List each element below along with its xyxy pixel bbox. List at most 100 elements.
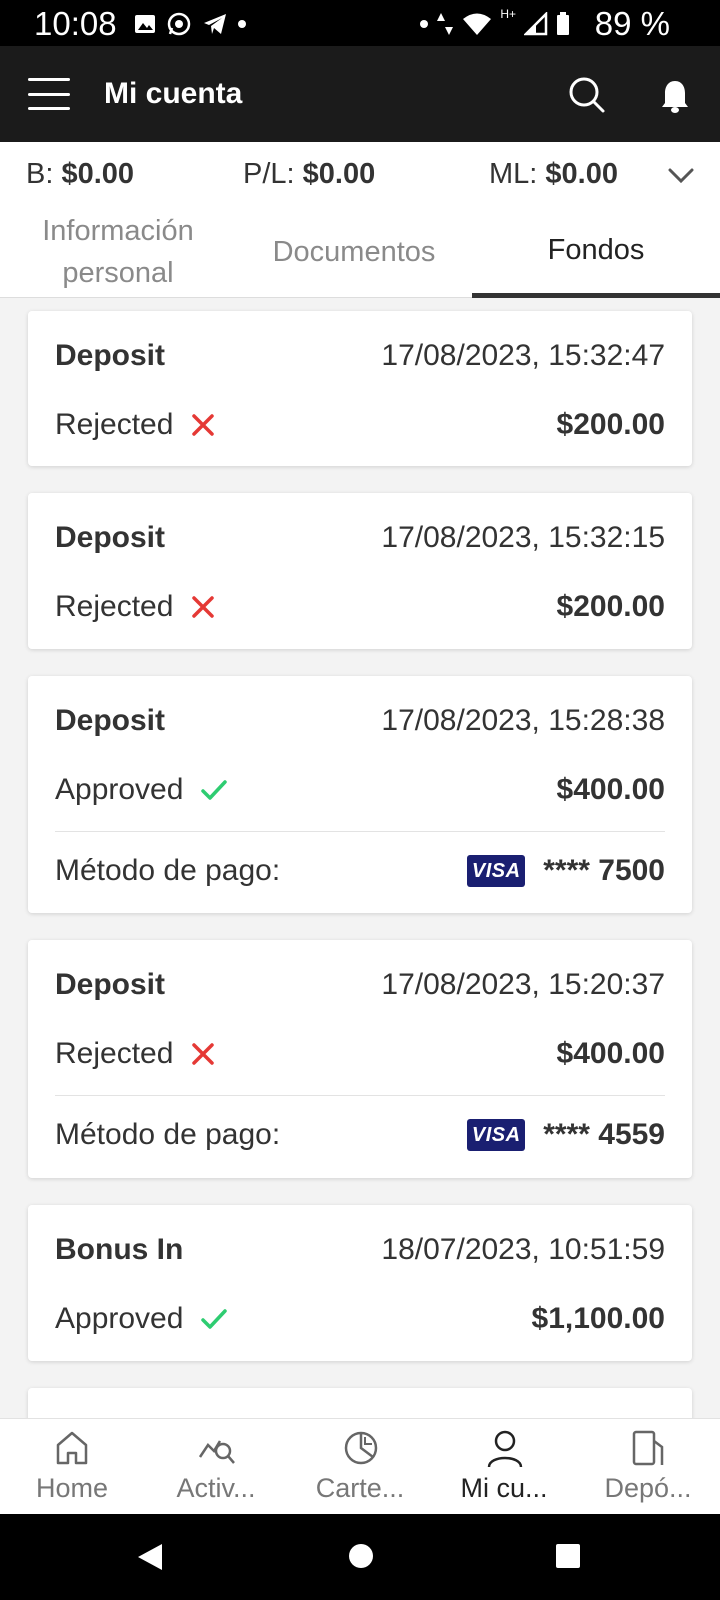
cell-signal-icon bbox=[524, 12, 548, 36]
battery-icon bbox=[557, 12, 569, 35]
transaction-date: 17/08/2023, 15:20:37 bbox=[381, 968, 665, 1001]
card-divider bbox=[55, 831, 665, 832]
transaction-status: Rejected bbox=[55, 408, 215, 442]
page-title: Mi cuenta bbox=[104, 77, 243, 110]
transaction-card[interactable]: Bonus In 18/07/2023, 10:51:59 Approved $… bbox=[28, 1205, 692, 1361]
transaction-status: Rejected bbox=[55, 1037, 215, 1071]
transaction-card[interactable]: Deposit 17/08/2023, 15:28:38 Approved $4… bbox=[28, 676, 692, 913]
status-label: Rejected bbox=[55, 590, 174, 623]
transaction-amount: $1,100.00 bbox=[531, 1302, 665, 1335]
network-type: H+ bbox=[500, 7, 516, 21]
transaction-card[interactable]: Deposit 17/08/2023, 15:20:37 Rejected $4… bbox=[28, 940, 692, 1178]
transaction-type: Deposit bbox=[55, 968, 166, 1001]
transaction-date: 18/07/2023, 10:51:59 bbox=[381, 1233, 665, 1266]
approved-check-icon bbox=[201, 1309, 228, 1329]
status-label: Approved bbox=[55, 1302, 184, 1335]
card-divider bbox=[55, 1095, 665, 1096]
nav-label: Depó... bbox=[604, 1473, 692, 1503]
nav-label: Home bbox=[35, 1473, 109, 1503]
nav-assets[interactable]: Activ... bbox=[144, 1419, 288, 1515]
hamburger-menu-icon[interactable] bbox=[28, 78, 70, 110]
more-notifications-dot bbox=[238, 20, 246, 28]
rejected-x-icon bbox=[192, 414, 215, 436]
battery-percentage: 89 % bbox=[594, 5, 670, 42]
transaction-type: Deposit bbox=[55, 339, 166, 372]
recents-icon[interactable] bbox=[555, 1543, 581, 1569]
home-icon bbox=[56, 1431, 88, 1465]
nav-deposit[interactable]: Depó... bbox=[576, 1419, 720, 1515]
status-label: Approved bbox=[55, 773, 184, 806]
balance-label: B: bbox=[26, 158, 54, 190]
chart-search-icon bbox=[198, 1440, 235, 1464]
card-number: **** 4559 bbox=[543, 1118, 665, 1151]
transaction-type: Deposit bbox=[55, 521, 166, 554]
tab-documents[interactable]: Documentos bbox=[236, 206, 472, 298]
bell-icon[interactable] bbox=[660, 79, 690, 115]
transaction-type: Bonus In bbox=[55, 1233, 184, 1266]
nav-label: Mi cu... bbox=[460, 1473, 548, 1503]
ml-value: $0.00 bbox=[545, 158, 618, 190]
tab-personal-info[interactable]: Información personal bbox=[0, 206, 236, 298]
transaction-status: Approved bbox=[55, 1302, 228, 1336]
transaction-amount: $400.00 bbox=[556, 1037, 665, 1070]
nav-my-account[interactable]: Mi cu... bbox=[432, 1419, 576, 1515]
wifi-icon bbox=[463, 13, 492, 35]
notification-icons bbox=[134, 9, 246, 39]
deposit-icon bbox=[632, 1430, 664, 1466]
status-label: Rejected bbox=[55, 1037, 174, 1070]
payment-method: VISA **** 4559 bbox=[467, 1118, 665, 1152]
whatsapp-icon bbox=[167, 12, 191, 36]
pl-summary: P/L: $0.00 bbox=[243, 156, 375, 192]
nav-label: Carte... bbox=[315, 1473, 405, 1503]
transaction-type: Deposit bbox=[55, 704, 166, 737]
pie-chart-icon bbox=[344, 1431, 378, 1465]
visa-card-icon: VISA bbox=[467, 1119, 526, 1151]
tab-label: Documentos bbox=[272, 236, 436, 268]
pl-label: P/L: bbox=[243, 158, 295, 190]
search-icon[interactable] bbox=[568, 76, 606, 114]
transaction-status: Rejected bbox=[55, 590, 215, 624]
transaction-amount: $200.00 bbox=[556, 590, 665, 623]
transaction-date: 17/08/2023, 15:32:47 bbox=[381, 339, 665, 372]
signal-icons: H+ bbox=[420, 7, 570, 39]
nav-home[interactable]: Home bbox=[0, 1419, 144, 1515]
rejected-x-icon bbox=[192, 1043, 215, 1065]
balance-summary: B: $0.00 bbox=[26, 156, 134, 192]
status-time: 10:08 bbox=[34, 5, 117, 42]
transaction-amount: $400.00 bbox=[556, 773, 665, 806]
dot-icon bbox=[420, 20, 429, 28]
tab-label: Información personal bbox=[42, 215, 194, 289]
transaction-card[interactable] bbox=[28, 1388, 692, 1418]
transaction-status: Approved bbox=[55, 773, 228, 807]
transaction-amount: $200.00 bbox=[556, 408, 665, 441]
approved-check-icon bbox=[201, 780, 228, 800]
account-summary: B: $0.00 P/L: $0.00 ML: $0.00 bbox=[0, 142, 720, 206]
ml-label: ML: bbox=[489, 158, 538, 190]
back-icon[interactable] bbox=[136, 1542, 164, 1572]
ml-summary: ML: $0.00 bbox=[489, 156, 618, 192]
image-notification-icon bbox=[135, 15, 155, 33]
telegram-icon bbox=[204, 14, 226, 34]
transaction-date: 17/08/2023, 15:32:15 bbox=[381, 521, 665, 554]
home-button-icon[interactable] bbox=[348, 1543, 374, 1569]
payment-method-label: Método de pago: bbox=[55, 854, 281, 887]
transaction-date: 17/08/2023, 15:28:38 bbox=[381, 704, 665, 737]
bottom-navigation: Home Activ... Carte... Mi cu... Depó... bbox=[0, 1418, 720, 1514]
account-tabs: Información personal Documentos Fondos bbox=[0, 206, 720, 298]
app-header: Mi cuenta bbox=[0, 46, 720, 142]
tab-funds[interactable]: Fondos bbox=[472, 206, 720, 298]
status-label: Rejected bbox=[55, 408, 174, 441]
data-arrows-icon bbox=[437, 13, 454, 35]
visa-card-icon: VISA bbox=[467, 855, 526, 887]
nav-portfolio[interactable]: Carte... bbox=[288, 1419, 432, 1515]
transaction-card[interactable]: Deposit 17/08/2023, 15:32:47 Rejected $2… bbox=[28, 311, 692, 466]
balance-value: $0.00 bbox=[61, 158, 135, 190]
chevron-down-icon[interactable] bbox=[668, 168, 694, 184]
pl-value: $0.00 bbox=[302, 158, 376, 190]
user-icon bbox=[487, 1430, 523, 1468]
transaction-card[interactable]: Deposit 17/08/2023, 15:32:15 Rejected $2… bbox=[28, 493, 692, 649]
tab-label: Fondos bbox=[547, 233, 645, 266]
card-number: **** 7500 bbox=[543, 854, 665, 887]
nav-label: Activ... bbox=[176, 1473, 256, 1503]
transactions-list: Deposit 17/08/2023, 15:32:47 Rejected $2… bbox=[0, 298, 720, 1418]
